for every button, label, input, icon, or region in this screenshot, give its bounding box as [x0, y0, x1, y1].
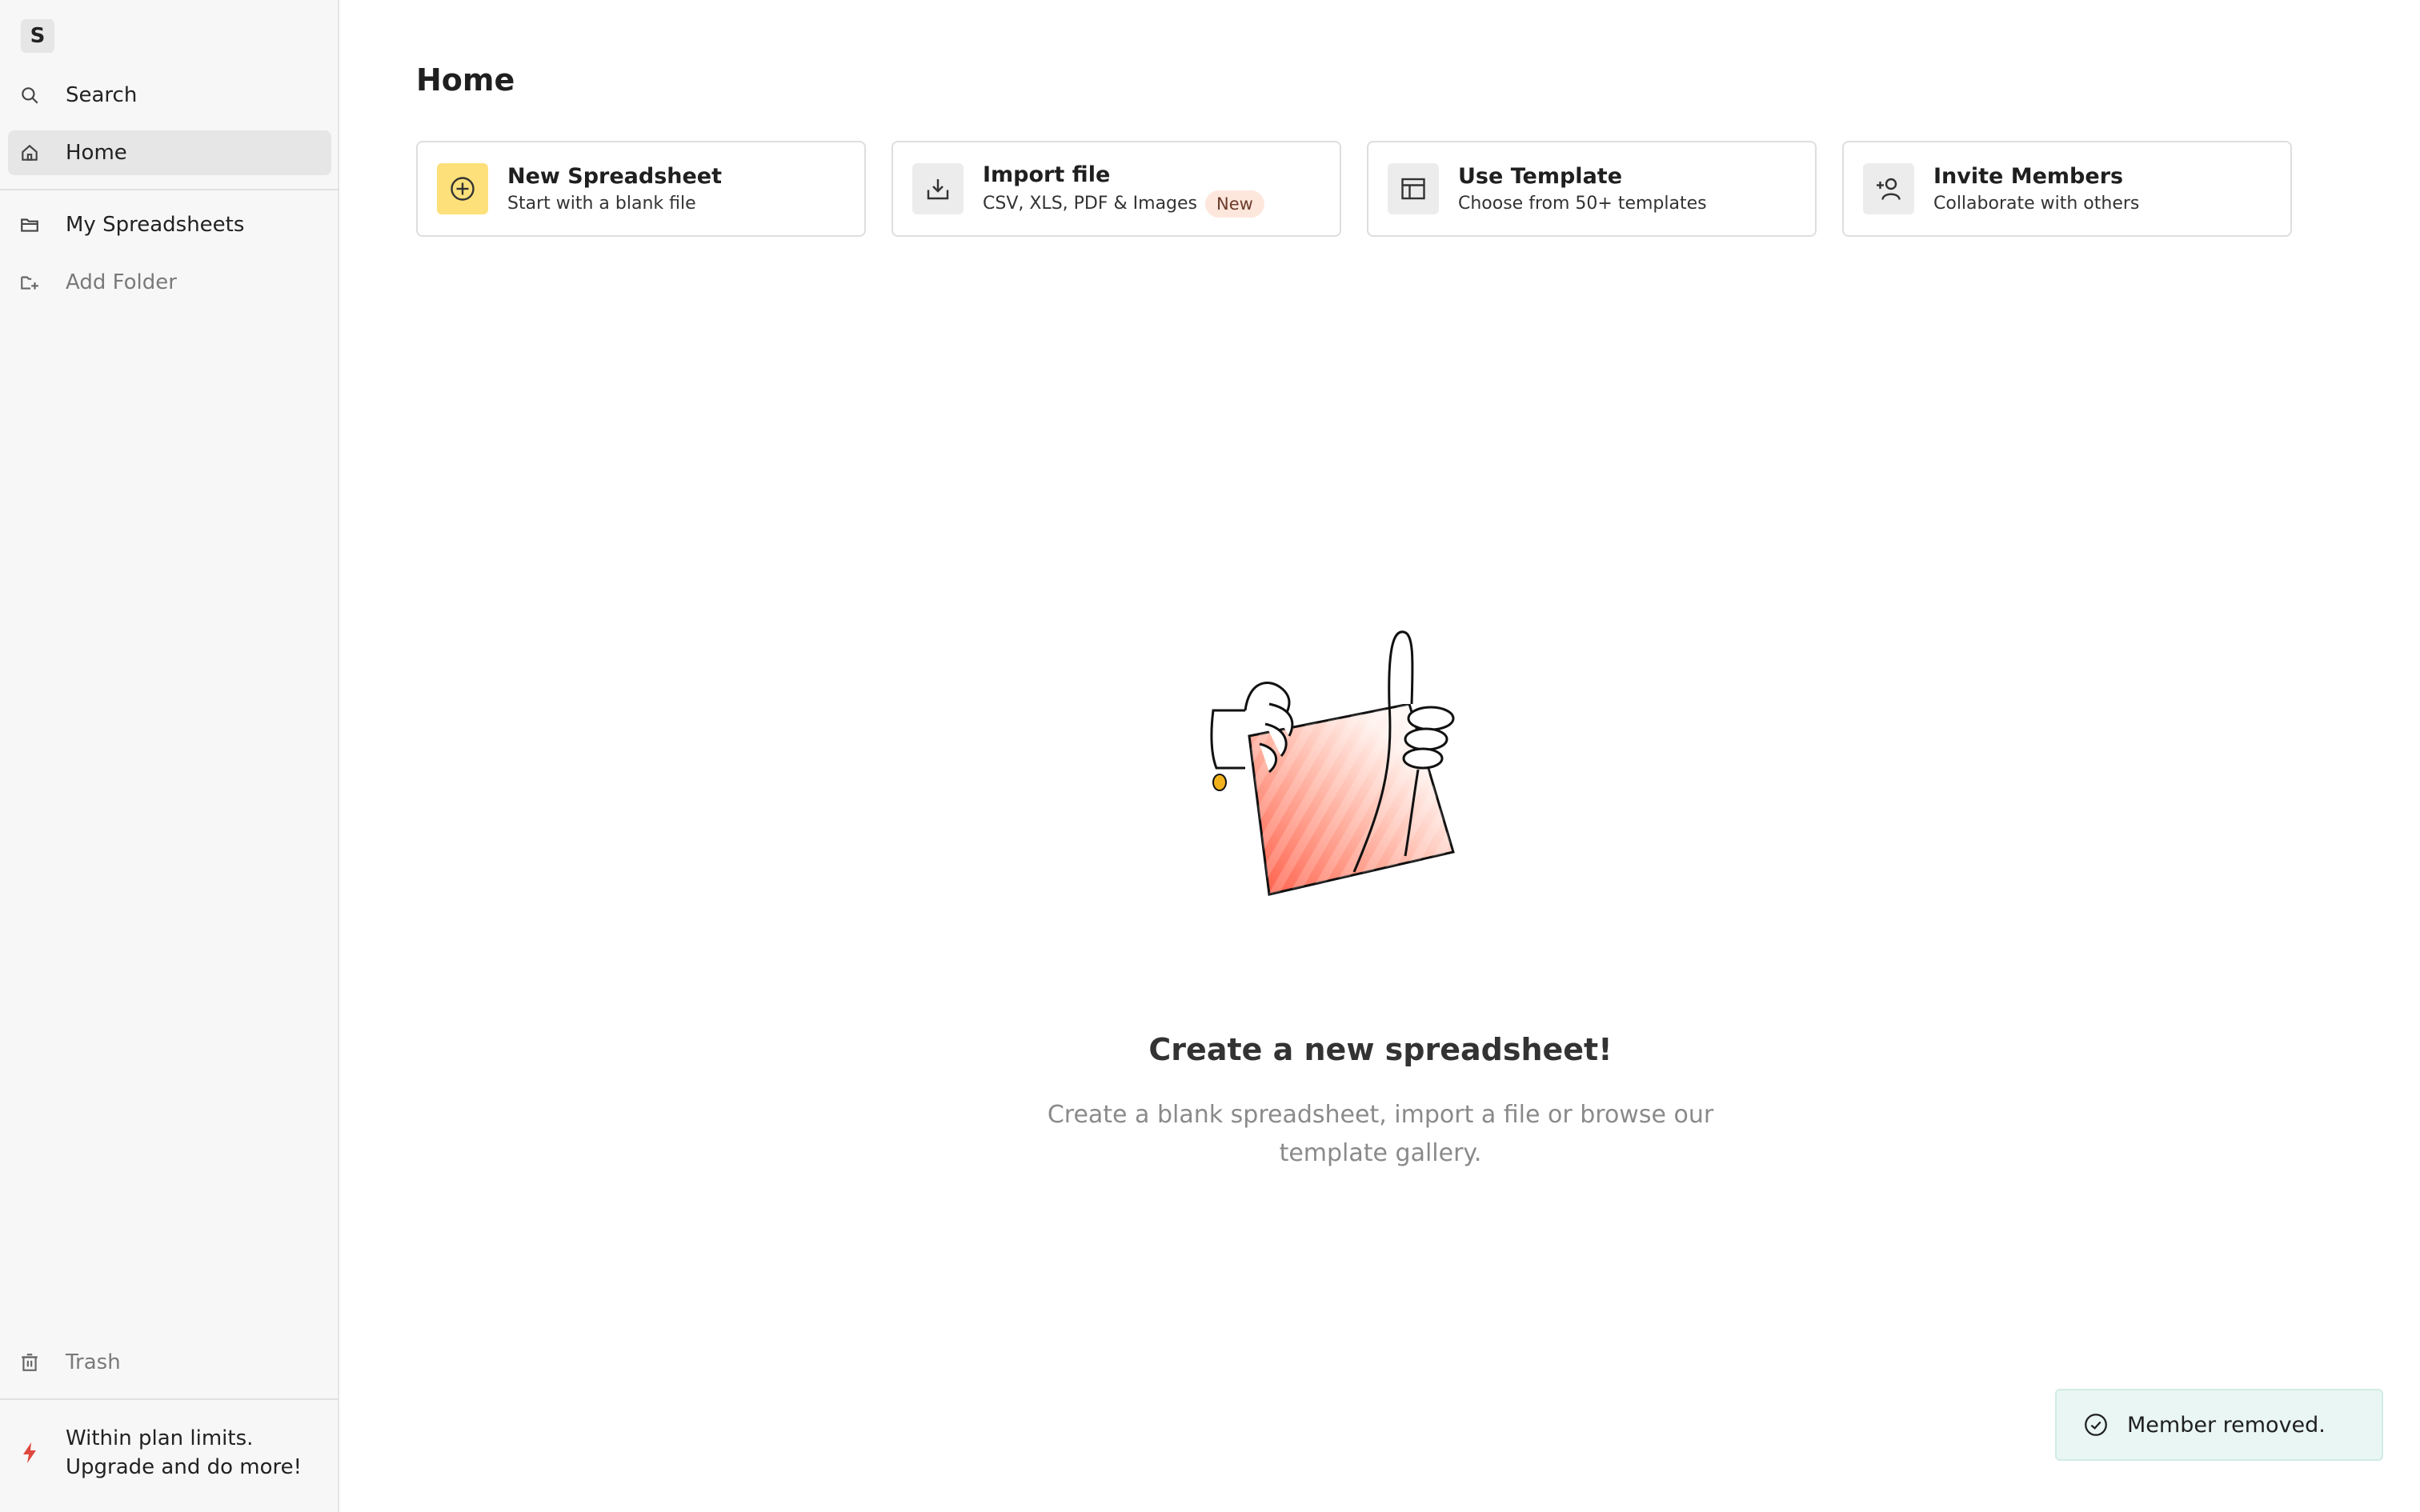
lightning-icon — [18, 1442, 42, 1464]
invite-members-card[interactable]: Invite Members Collaborate with others — [1842, 141, 2292, 237]
upgrade-prompt[interactable]: Within plan limits. Upgrade and do more! — [8, 1424, 331, 1482]
search-icon — [18, 83, 42, 107]
sidebar-item-trash[interactable]: Trash — [8, 1340, 331, 1385]
card-subtitle: Choose from 50+ templates — [1458, 194, 1707, 214]
card-title: New Spreadsheet — [507, 164, 723, 189]
sidebar-item-label: My Spreadsheets — [66, 213, 245, 237]
sidebar-item-label: Search — [66, 83, 138, 107]
main-content: Home New Spreadsheet Start with a blank … — [341, 0, 2420, 1512]
add-user-icon — [1863, 163, 1914, 214]
card-title: Invite Members — [1933, 164, 2124, 189]
folder-icon — [18, 213, 42, 237]
card-title: Import file — [983, 162, 1111, 187]
upgrade-line1: Within plan limits. — [66, 1426, 254, 1450]
upgrade-line2: Upgrade and do more! — [66, 1455, 302, 1479]
new-badge: New — [1205, 190, 1264, 218]
empty-state-illustration — [1210, 630, 1455, 896]
sidebar-divider — [0, 1398, 339, 1400]
sidebar-item-label: Add Folder — [66, 270, 177, 294]
download-icon — [912, 163, 964, 214]
toast-message: Member removed. — [2127, 1412, 2326, 1438]
quick-actions: New Spreadsheet Start with a blank file … — [416, 141, 2292, 237]
sidebar: S Search Home My Spreadsheets Add Folder… — [0, 0, 339, 1512]
use-template-card[interactable]: Use Template Choose from 50+ templates — [1367, 141, 1817, 237]
card-subtitle: Collaborate with others — [1933, 194, 2140, 214]
import-file-card[interactable]: Import file CSV, XLS, PDF & Images New — [891, 141, 1341, 237]
home-icon — [18, 141, 42, 165]
sidebar-item-label: Home — [66, 141, 127, 165]
new-spreadsheet-card[interactable]: New Spreadsheet Start with a blank file — [416, 141, 866, 237]
template-icon — [1388, 163, 1439, 214]
card-subtitle: Start with a blank file — [507, 194, 696, 214]
plus-circle-icon — [437, 163, 488, 214]
sidebar-item-my-spreadsheets[interactable]: My Spreadsheets — [8, 202, 331, 247]
card-subtitle-row: CSV, XLS, PDF & Images New — [983, 190, 1264, 218]
card-title: Use Template — [1458, 164, 1623, 189]
sidebar-item-label: Trash — [66, 1350, 121, 1374]
folder-plus-icon — [18, 270, 42, 294]
sidebar-item-search[interactable]: Search — [8, 73, 331, 118]
toast-notification: Member removed. — [2055, 1389, 2383, 1461]
page-title: Home — [416, 62, 515, 98]
sidebar-item-add-folder[interactable]: Add Folder — [8, 260, 331, 305]
workspace-avatar[interactable]: S — [21, 19, 54, 53]
card-subtitle: CSV, XLS, PDF & Images — [983, 194, 1198, 214]
sidebar-divider — [0, 189, 339, 190]
trash-icon — [18, 1350, 42, 1374]
check-circle-icon — [2082, 1411, 2109, 1438]
empty-state-title: Create a new spreadsheet! — [1148, 1032, 1613, 1067]
sidebar-item-home[interactable]: Home — [8, 130, 331, 175]
empty-state-description: Create a blank spreadsheet, import a fil… — [1047, 1101, 1714, 1167]
